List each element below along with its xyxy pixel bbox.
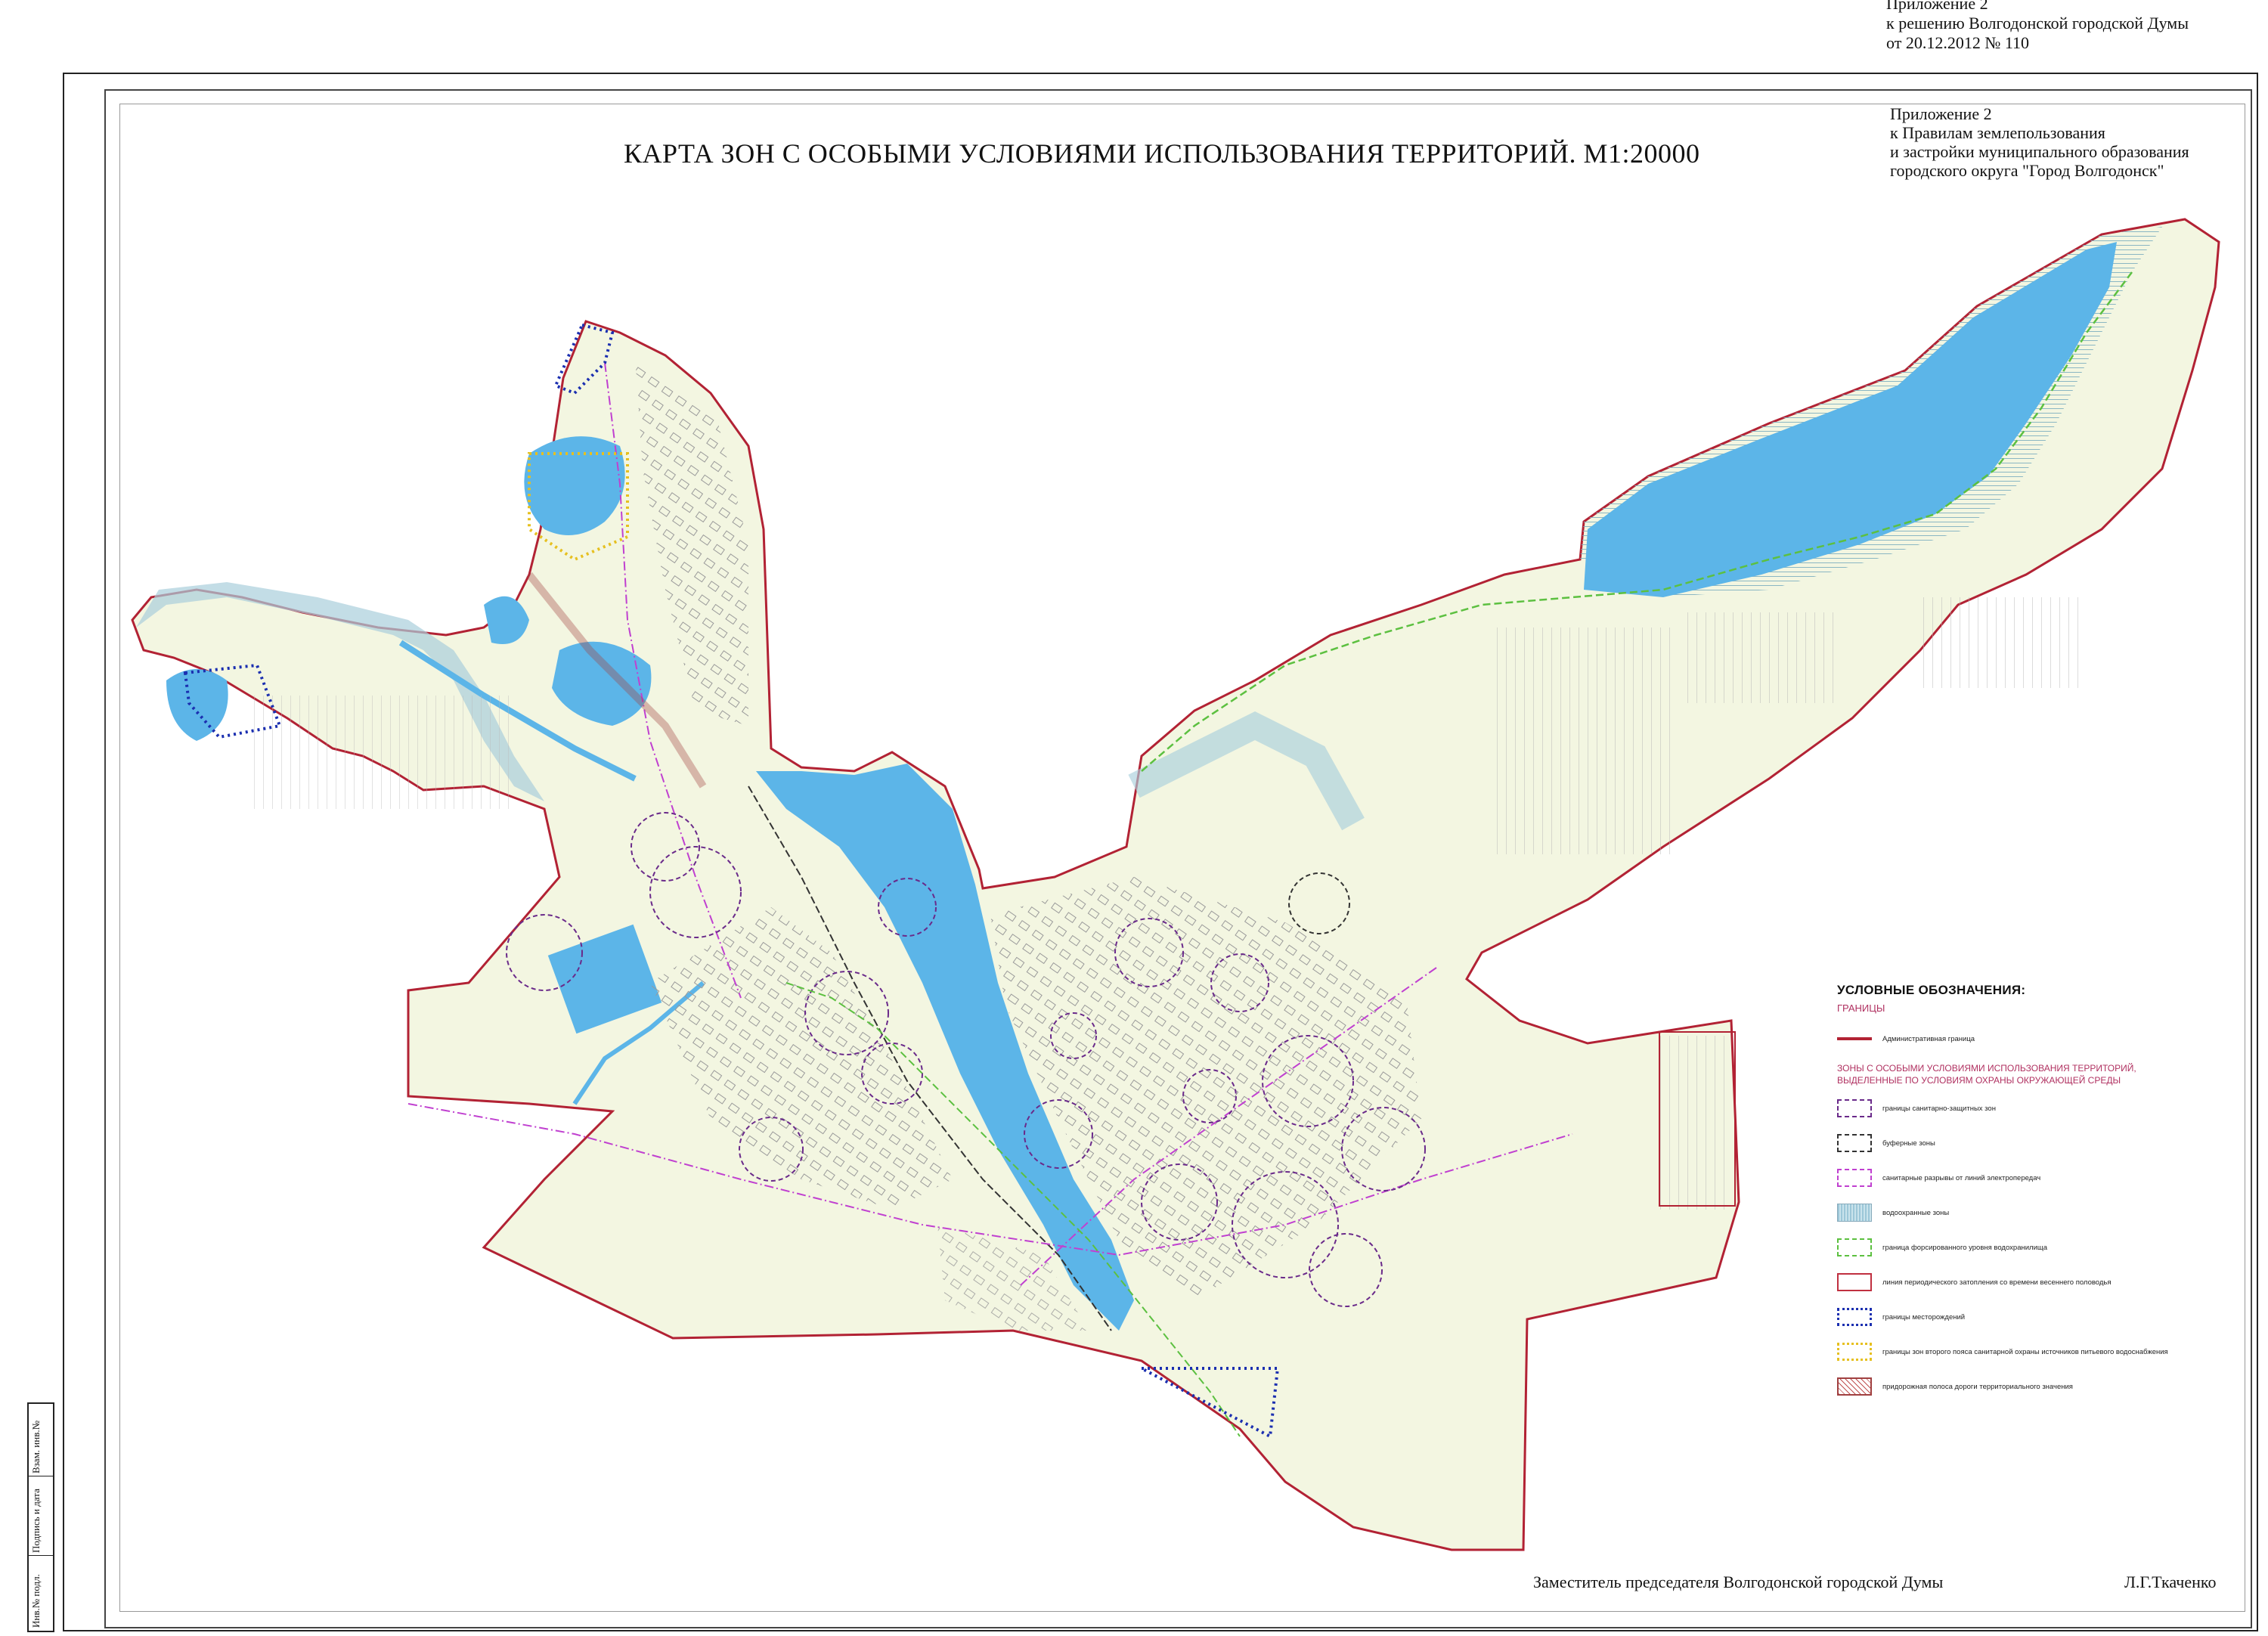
legend-label: линия периодического затопления со време… [1882, 1278, 2112, 1287]
legend-label: границы зон второго пояса санитарной охр… [1882, 1347, 2168, 1356]
legend: УСЛОВНЫЕ ОБОЗНАЧЕНИЯ: ГРАНИЦЫ Администра… [1837, 983, 2192, 1410]
legend-item-sanitary: границы зон второго пояса санитарной охр… [1837, 1340, 2192, 1363]
west-lake [166, 669, 228, 741]
flood-level-swatch [1837, 1238, 1872, 1256]
field-grid-5 [249, 696, 514, 809]
legend-section-title: ЗОНЫ С ОСОБЫМИ УСЛОВИЯМИ ИСПОЛЬЗОВАНИЯ Т… [1837, 1063, 2136, 1086]
legend-label: буферные зоны [1882, 1139, 1935, 1148]
field-grid-2 [1686, 612, 1837, 703]
power-line-swatch [1837, 1169, 1872, 1187]
legend-title: УСЛОВНЫЕ ОБОЗНАЧЕНИЯ: [1837, 983, 2026, 997]
annex-rules-line3: и застройки муниципального образования [1890, 142, 2189, 161]
legend-item-water: водоохранные зоны [1837, 1201, 2192, 1224]
legend-label: придорожная полоса дороги территориально… [1882, 1382, 2073, 1391]
legend-item-road: придорожная полоса дороги территориально… [1837, 1375, 2192, 1398]
legend-label: границы санитарно-защитных зон [1882, 1104, 1996, 1113]
road-strip-swatch [1837, 1377, 1872, 1396]
szz-swatch [1837, 1099, 1872, 1117]
legend-item-szz: границы санитарно-защитных зон [1837, 1097, 2192, 1120]
admin-border-swatch [1837, 1037, 1872, 1040]
map-title: КАРТА ЗОН С ОСОБЫМИ УСЛОВИЯМИ ИСПОЛЬЗОВА… [624, 138, 1700, 169]
field-grid-3 [1920, 597, 2087, 688]
legend-item-flood: граница форсированного уровня водохранил… [1837, 1236, 2192, 1259]
legend-label: границы месторождений [1882, 1312, 1966, 1322]
legend-label: санитарные разрывы от линий электроперед… [1882, 1173, 2041, 1182]
legend-item-floodline: линия периодического затопления со време… [1837, 1271, 2192, 1294]
legend-label: граница форсированного уровня водохранил… [1882, 1243, 2047, 1252]
annex-rules: Приложение 2 к Правилам землепользования… [1890, 104, 2189, 180]
signature-title: Заместитель председателя Волгодонской го… [1533, 1572, 1944, 1591]
water-protection-swatch [1837, 1204, 1872, 1222]
flood-line-swatch [1837, 1273, 1872, 1291]
legend-item-buffer: буферные зоны [1837, 1132, 2192, 1154]
legend-item-admin: Административная граница [1837, 1027, 2192, 1050]
annex-rules-line4: городского округа "Город Волгодонск" [1890, 161, 2164, 180]
buffer-swatch [1837, 1134, 1872, 1152]
legend-item-power: санитарные разрывы от линий электроперед… [1837, 1167, 2192, 1189]
sanitary-zone-swatch [1837, 1343, 1872, 1361]
signer-name: Л.Г.Ткаченко [2124, 1572, 2217, 1591]
field-grid-4 [1656, 1036, 1731, 1210]
legend-label: водоохранные зоны [1882, 1208, 1950, 1217]
deposit-swatch [1837, 1308, 1872, 1326]
field-grid-1 [1497, 627, 1671, 854]
annex-rules-line1: Приложение 2 [1890, 104, 1992, 123]
legend-label: Административная граница [1882, 1034, 1975, 1043]
legend-item-deposit: границы месторождений [1837, 1306, 2192, 1328]
legend-subtitle: ГРАНИЦЫ [1837, 1002, 1885, 1014]
annex-rules-line2: к Правилам землепользования [1890, 123, 2105, 142]
